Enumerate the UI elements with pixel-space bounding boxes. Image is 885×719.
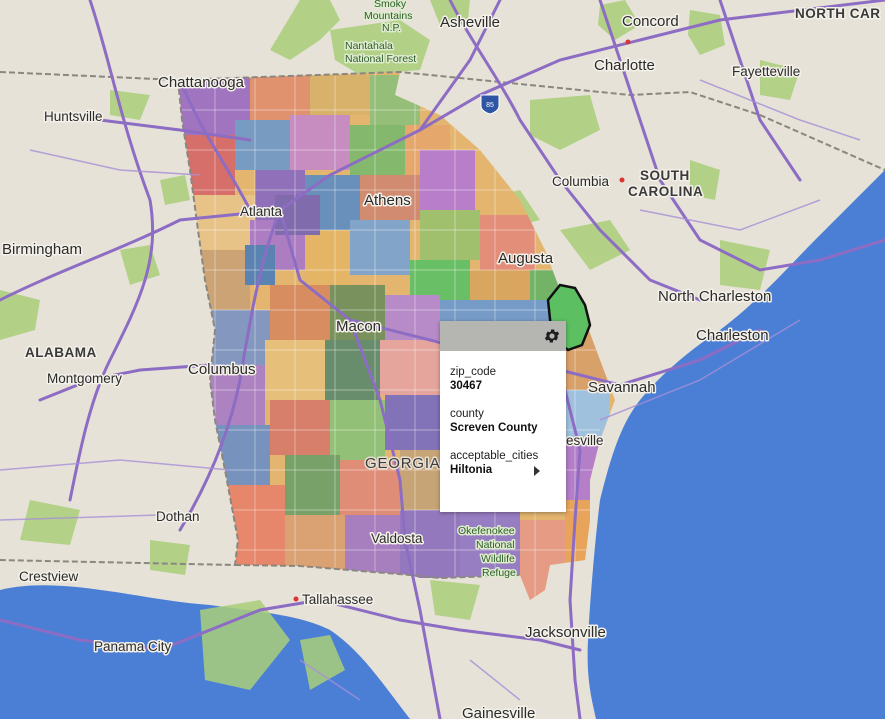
label-augusta: Augusta <box>498 250 554 267</box>
label-valdosta: Valdosta <box>371 531 423 546</box>
label-montgomery: Montgomery <box>47 371 122 386</box>
label-alabama: ALABAMA <box>25 345 97 360</box>
label-north-carolina: NORTH CAR <box>795 6 881 21</box>
field-label-county: county <box>450 408 484 420</box>
field-value-acceptable-cities: Hiltonia <box>450 464 493 476</box>
expand-arrow-icon[interactable] <box>534 466 540 476</box>
label-gainesville: Gainesville <box>462 705 535 719</box>
label-huntsville: Huntsville <box>44 109 103 124</box>
label-columbia: Columbia <box>552 174 610 189</box>
label-charlotte: Charlotte <box>594 57 655 74</box>
label-hinesville: esville <box>566 433 604 448</box>
shield-85-label: 85 <box>486 102 494 109</box>
label-georgia: GEORGIA <box>365 455 441 472</box>
label-macon: Macon <box>336 318 381 335</box>
label-crestview: Crestview <box>19 569 79 584</box>
label-dothan: Dothan <box>156 509 200 524</box>
label-birmingham: Birmingham <box>2 241 82 258</box>
label-smoky-park: Smoky Mountains N.P. <box>364 0 412 34</box>
label-nantahala: Nantahala National Forest <box>345 40 416 65</box>
label-panama-city: Panama City <box>94 639 172 654</box>
popup-body: zip_code 30467 county Screven County acc… <box>440 351 566 478</box>
field-value-zip-code: 30467 <box>450 380 482 392</box>
field-label-zip-code: zip_code <box>450 366 497 378</box>
label-charleston: Charleston <box>696 327 769 344</box>
label-asheville: Asheville <box>440 14 500 31</box>
label-columbus: Columbus <box>188 361 256 378</box>
acceptable-cities-row[interactable]: Hiltonia <box>450 463 566 478</box>
popup-header <box>440 321 566 351</box>
label-tallahassee: Tallahassee <box>302 592 373 607</box>
label-savannah: Savannah <box>588 379 656 396</box>
map-view[interactable]: Asheville Concord NORTH CAR Charlotte Fa… <box>0 0 885 719</box>
label-fayetteville: Fayetteville <box>732 64 800 79</box>
gear-icon[interactable] <box>543 327 561 345</box>
label-atlanta: Atlanta <box>240 204 283 219</box>
label-north-charleston: North Charleston <box>658 288 771 305</box>
label-concord: Concord <box>622 13 679 30</box>
label-chattanooga: Chattanooga <box>158 74 245 91</box>
info-popup: zip_code 30467 county Screven County acc… <box>440 321 566 512</box>
field-value-county: Screven County <box>450 422 538 434</box>
label-athens: Athens <box>364 192 411 209</box>
label-okefenokee: Okefenokee National Wildlife Refuge <box>458 525 516 579</box>
label-south-carolina: SOUTH CAROLINA <box>628 168 703 199</box>
label-jacksonville: Jacksonville <box>525 624 606 641</box>
field-label-acceptable-cities: acceptable_cities <box>450 450 539 462</box>
